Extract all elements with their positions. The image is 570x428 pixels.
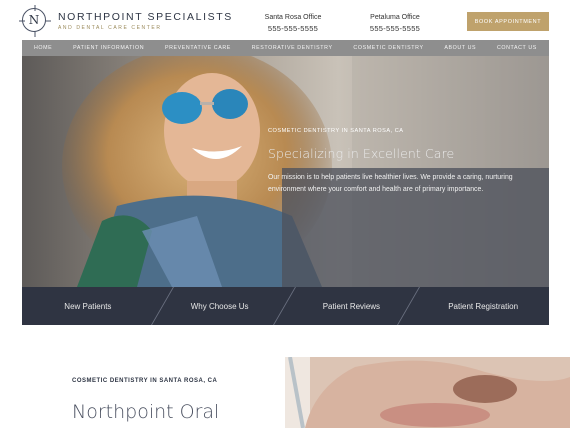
brand-name[interactable]: NORTHPOINT SPECIALISTS [58,11,233,23]
nav-item-home[interactable]: HOME [34,45,52,51]
tab-why-choose-us[interactable]: Why Choose Us [154,287,286,325]
tab-label: Why Choose Us [190,301,249,311]
hero-body-text: Our mission is to help patients live hea… [268,174,513,193]
smile-closeup-photo [285,357,570,428]
office-petaluma: Petaluma Office 555-555-5555 [364,12,426,34]
section-title: Northpoint Oral [72,401,220,423]
section-eyebrow: COSMETIC DENTISTRY IN SANTA ROSA, CA [72,378,218,384]
main-nav: HOME PATIENT INFORMATION PREVENTATIVE CA… [22,40,549,56]
nav-item-restorative-dentistry[interactable]: RESTORATIVE DENTISTRY [252,45,333,51]
nav-item-patient-information[interactable]: PATIENT INFORMATION [73,45,144,51]
nav-item-about-us[interactable]: ABOUT US [444,45,476,51]
office-label: Santa Rosa Office [264,14,322,21]
tab-patient-reviews[interactable]: Patient Reviews [286,287,418,325]
site-header: N NORTHPOINT SPECIALISTS AND DENTAL CARE… [0,0,570,40]
nav-item-contact-us[interactable]: CONTACT US [497,45,537,51]
hero-title: Specializing in Excellent Care [268,146,455,161]
brand-tagline: AND DENTAL CARE CENTER [58,25,162,31]
nav-item-cosmetic-dentistry[interactable]: COSMETIC DENTISTRY [353,45,423,51]
office-phone-link[interactable]: 555-555-5555 [364,23,426,34]
tab-patient-registration[interactable]: Patient Registration [417,287,549,325]
office-label: Petaluma Office [370,14,420,21]
hero-eyebrow: COSMETIC DENTISTRY IN SANTA ROSA, CA [268,128,404,134]
book-appointment-button[interactable]: BOOK APPOINTMENT [467,12,549,31]
quick-links-bar: New Patients Why Choose Us Patient Revie… [22,287,549,325]
nav-item-preventative-care[interactable]: PREVENTATIVE CARE [165,45,231,51]
tab-label: Patient Registration [448,301,519,311]
tab-label: Patient Reviews [322,301,381,311]
tab-new-patients[interactable]: New Patients [22,287,154,325]
tab-label: New Patients [64,301,112,311]
compass-logo-icon[interactable]: N [19,5,51,37]
office-phone-link[interactable]: 555-555-5555 [262,23,324,34]
office-santa-rosa: Santa Rosa Office 555-555-5555 [262,12,324,34]
